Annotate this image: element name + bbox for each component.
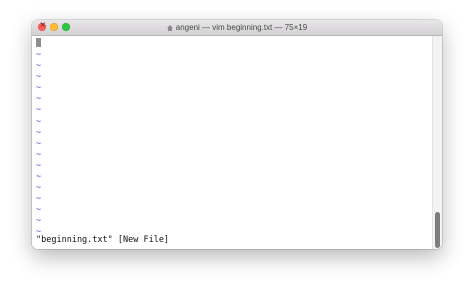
empty-line-tilde: ~ (36, 227, 42, 237)
empty-line-tilde: ~ (36, 50, 42, 60)
scrollbar-thumb[interactable] (435, 212, 440, 248)
text-cursor (36, 38, 41, 47)
empty-line-tilde: ~ (36, 117, 42, 127)
status-message: "beginning.txt" [New File] (36, 235, 170, 245)
empty-line-tilde: ~ (36, 128, 42, 138)
window-title-area: angeni — vim beginning.txt — 75×19 (32, 22, 442, 33)
empty-line-tilde: ~ (36, 83, 42, 93)
empty-line-tilde: ~ (36, 105, 42, 115)
scrollbar[interactable] (432, 36, 442, 249)
empty-line-tilde: ~ (36, 172, 42, 182)
home-folder-icon (166, 25, 173, 31)
empty-line-tilde: ~ (36, 72, 42, 82)
empty-line-tilde: ~ (36, 61, 42, 71)
empty-line-tilde: ~ (36, 205, 42, 215)
empty-line-tilde: ~ (36, 161, 42, 171)
empty-line-tilde: ~ (36, 150, 42, 160)
title-bar[interactable]: angeni — vim beginning.txt — 75×19 (32, 20, 442, 36)
terminal-window: angeni — vim beginning.txt — 75×19 "begi… (32, 20, 442, 249)
vim-editor[interactable]: "beginning.txt" [New File] ~ ~ ~ ~ ~ ~ ~ ~ ~ ~ ~ ~ ~… (32, 36, 433, 249)
empty-line-tilde: ~ (36, 183, 42, 193)
empty-line-tilde: ~ (36, 216, 42, 226)
empty-line-tilde: ~ (36, 194, 42, 204)
empty-line-tilde: ~ (36, 139, 42, 149)
window-title: angeni — vim beginning.txt — 75×19 (175, 23, 308, 32)
empty-line-tilde: ~ (36, 94, 42, 104)
